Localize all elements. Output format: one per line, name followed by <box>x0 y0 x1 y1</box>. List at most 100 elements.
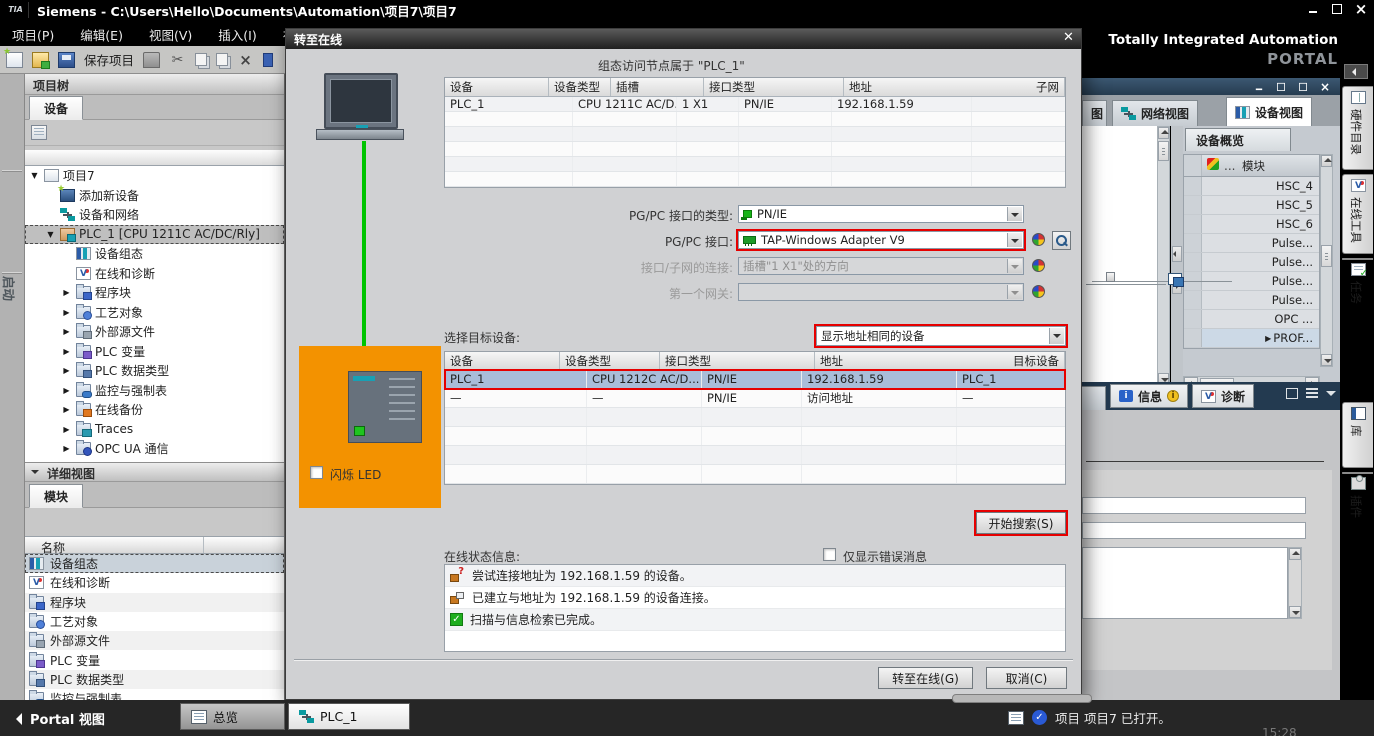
flash-led-label[interactable]: 闪烁 LED <box>330 466 381 483</box>
column-header[interactable]: 接口类型 <box>660 352 815 369</box>
close-icon[interactable] <box>1354 2 1368 15</box>
editor-restore-icon[interactable] <box>1275 81 1286 91</box>
new-project-icon[interactable] <box>6 52 23 68</box>
delete-icon[interactable]: × <box>237 52 254 68</box>
device-overview-row[interactable]: HSC_5 <box>1184 196 1319 215</box>
expand-arrow-icon[interactable]: ▶ <box>61 327 72 336</box>
device-overview-header[interactable]: ... 模块 <box>1184 155 1319 177</box>
side-tab[interactable]: 插件 <box>1342 472 1373 474</box>
detail-list-item[interactable]: PLC 数据类型 <box>25 670 284 689</box>
accessible-devices-icon[interactable] <box>1052 231 1071 250</box>
paste-icon[interactable] <box>216 53 228 66</box>
inspector-input-2[interactable] <box>1082 522 1306 539</box>
collapse-panel-icon[interactable] <box>1344 64 1368 79</box>
device-overview-row[interactable]: HSC_4 <box>1184 177 1319 196</box>
overview-vscrollbar[interactable] <box>1320 154 1333 367</box>
table-row[interactable]: PLC_1CPU 1212C AC/D...PN/IE 192.168.1.59… <box>445 370 1065 389</box>
expand-arrow-icon[interactable]: ▶ <box>61 425 72 434</box>
pgpc-interface-select[interactable]: TAP-Windows Adapter V9 <box>738 231 1024 249</box>
interface-shield-icon[interactable] <box>1032 233 1045 246</box>
background-scrollbar[interactable] <box>952 694 1092 703</box>
expand-arrow-icon[interactable]: ▶ <box>61 444 72 453</box>
inspector-collapse-icon[interactable] <box>1326 391 1336 401</box>
tree-item[interactable]: ▶ 程序块 <box>25 283 284 303</box>
go-online-button[interactable]: 转至在线(G) <box>878 667 973 689</box>
scroll-up-icon[interactable] <box>1321 155 1332 167</box>
table-row[interactable] <box>445 408 1065 427</box>
editor-minimize-icon[interactable] <box>1253 81 1264 91</box>
maximize-icon[interactable] <box>1330 2 1344 15</box>
tree-item[interactable]: ▼ PLC_1 [CPU 1211C AC/DC/Rly] <box>25 225 284 245</box>
expand-arrow-icon[interactable]: ▼ <box>45 230 56 239</box>
tab-topology-view-partial[interactable]: 图 <box>1082 100 1107 126</box>
tree-item[interactable]: ▼ 项目7 <box>25 166 284 186</box>
expand-arrow-icon[interactable]: ▶ <box>61 308 72 317</box>
column-header[interactable]: 地址 <box>844 78 1031 96</box>
errors-only-checkbox[interactable] <box>823 548 836 561</box>
zoom-fit-icon[interactable] <box>1168 273 1182 285</box>
zoom-slider[interactable] <box>1086 272 1166 290</box>
scroll-down-icon[interactable] <box>1289 606 1301 618</box>
table-row[interactable] <box>445 112 1065 127</box>
table-row[interactable] <box>445 157 1065 172</box>
expand-arrow-icon[interactable]: ▶ <box>61 347 72 356</box>
undo-icon[interactable] <box>263 53 273 67</box>
tree-item[interactable]: ▶ 工艺对象 <box>25 303 284 323</box>
tree-item[interactable]: 添加新设备 <box>25 186 284 206</box>
table-row[interactable] <box>445 427 1065 446</box>
tab-device-overview[interactable]: 设备概览 <box>1185 128 1291 151</box>
scrollbar-thumb[interactable] <box>1321 245 1332 267</box>
column-header[interactable]: 目标设备 <box>1008 352 1065 369</box>
dropdown-arrow-icon[interactable] <box>1049 328 1064 344</box>
tab-info[interactable]: 信息 i <box>1110 384 1188 408</box>
inspector-scrollbar[interactable] <box>1288 547 1302 619</box>
tree-item[interactable]: 在线和诊断 <box>25 264 284 284</box>
device-view-canvas[interactable] <box>1082 126 1157 382</box>
tree-item[interactable]: 设备和网络 <box>25 205 284 225</box>
expand-arrow-icon[interactable]: ▶ <box>61 288 72 297</box>
tree-item[interactable]: ▶ 在线备份 <box>25 400 284 420</box>
detail-list-item[interactable]: PLC 变量 <box>25 650 284 669</box>
table-row[interactable] <box>445 172 1065 187</box>
device-overview-row[interactable]: OPC ... <box>1184 310 1319 329</box>
module-filter-icon[interactable] <box>1207 158 1219 170</box>
scroll-up-icon[interactable] <box>1289 548 1301 560</box>
save-project-icon[interactable] <box>58 52 75 68</box>
detail-list-item[interactable]: 在线和诊断 <box>25 573 284 592</box>
inspector-restore-icon[interactable] <box>1286 388 1298 399</box>
expand-arrow-icon[interactable]: ▼ <box>29 171 40 180</box>
table-row[interactable]: ——PN/IE 访问地址— <box>445 389 1065 408</box>
table-row[interactable] <box>445 465 1065 484</box>
tree-item[interactable]: ▶ Traces <box>25 420 284 440</box>
column-header[interactable]: 设备类型 <box>560 352 660 369</box>
dialog-title[interactable]: 转至在线 <box>286 29 1081 49</box>
tab-network-view[interactable]: 网络视图 <box>1112 100 1198 126</box>
start-search-button[interactable]: 开始搜索(S) <box>976 512 1066 534</box>
cancel-button[interactable]: 取消(C) <box>986 667 1067 689</box>
inspector-textarea[interactable] <box>1082 547 1288 619</box>
tree-column-header[interactable] <box>25 150 284 166</box>
device-overview-toggle-icon[interactable] <box>31 125 47 140</box>
plc1-task-button[interactable]: PLC_1 <box>288 703 410 730</box>
open-project-icon[interactable] <box>32 52 49 68</box>
column-header[interactable]: 设备类型 <box>549 78 611 96</box>
tab-properties-partial[interactable] <box>1082 386 1106 410</box>
detail-list-item[interactable]: 监控与强制表 <box>25 689 284 700</box>
expand-arrow-icon[interactable]: ▶ <box>61 366 72 375</box>
editor-close-icon[interactable] <box>1319 81 1330 91</box>
side-tab[interactable]: 硬件目录 <box>1342 86 1373 170</box>
scrollbar-thumb[interactable] <box>1158 141 1169 161</box>
menu-item[interactable]: 项目(P) <box>12 25 54 44</box>
detail-list-item[interactable]: 工艺对象 <box>25 612 284 631</box>
table-row[interactable]: PLC_1CPU 1211C AC/D...1 X1 PN/IE192.168.… <box>445 97 1065 112</box>
side-tab[interactable]: 任务 <box>1342 258 1373 260</box>
tab-modules[interactable]: 模块 <box>29 484 83 508</box>
dropdown-arrow-icon[interactable] <box>1007 233 1022 247</box>
module-column-header[interactable]: 模块 <box>1242 158 1319 174</box>
collapse-chevron-icon[interactable] <box>31 470 39 478</box>
column-header[interactable]: 设备 <box>445 352 560 369</box>
column-header[interactable]: 插槽 <box>611 78 704 96</box>
errors-only-label[interactable]: 仅显示错误消息 <box>843 548 927 565</box>
inspector-input-1[interactable] <box>1082 497 1306 514</box>
scroll-up-icon[interactable] <box>1158 127 1169 139</box>
